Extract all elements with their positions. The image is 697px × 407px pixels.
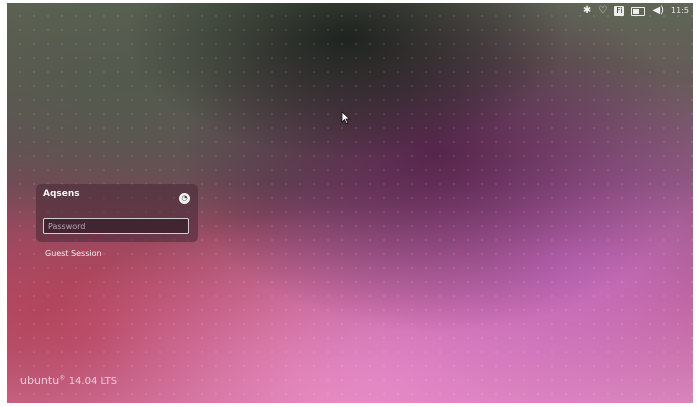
guest-session-option[interactable]: Guest Session: [45, 249, 102, 258]
user-login-box: Aqsens ◔: [36, 184, 198, 242]
bluetooth-icon[interactable]: ✱: [583, 3, 591, 19]
photo-frame: ✱ ♡ Fi ◀) 11:5 Aqsens ◔ Guest Session ub…: [0, 0, 697, 407]
volume-icon[interactable]: ◀): [652, 3, 664, 19]
login-screen: ✱ ♡ Fi ◀) 11:5 Aqsens ◔ Guest Session ub…: [7, 3, 693, 403]
username-label[interactable]: Aqsens: [43, 189, 80, 199]
wifi-icon[interactable]: ♡: [598, 3, 607, 19]
password-input[interactable]: [43, 218, 189, 234]
logo-name: ubuntu: [20, 374, 60, 387]
logo-version: 14.04 LTS: [68, 376, 118, 387]
mouse-pointer-icon: [341, 111, 351, 125]
clock[interactable]: 11:5: [671, 3, 689, 19]
session-options-icon[interactable]: ◔: [179, 193, 190, 204]
logo-mark: ®: [59, 374, 66, 382]
top-panel: ✱ ♡ Fi ◀) 11:5: [583, 3, 693, 19]
ubuntu-logo: ubuntu® 14.04 LTS: [20, 374, 117, 387]
battery-icon[interactable]: [631, 6, 646, 16]
keyboard-layout-icon[interactable]: Fi: [614, 6, 625, 16]
